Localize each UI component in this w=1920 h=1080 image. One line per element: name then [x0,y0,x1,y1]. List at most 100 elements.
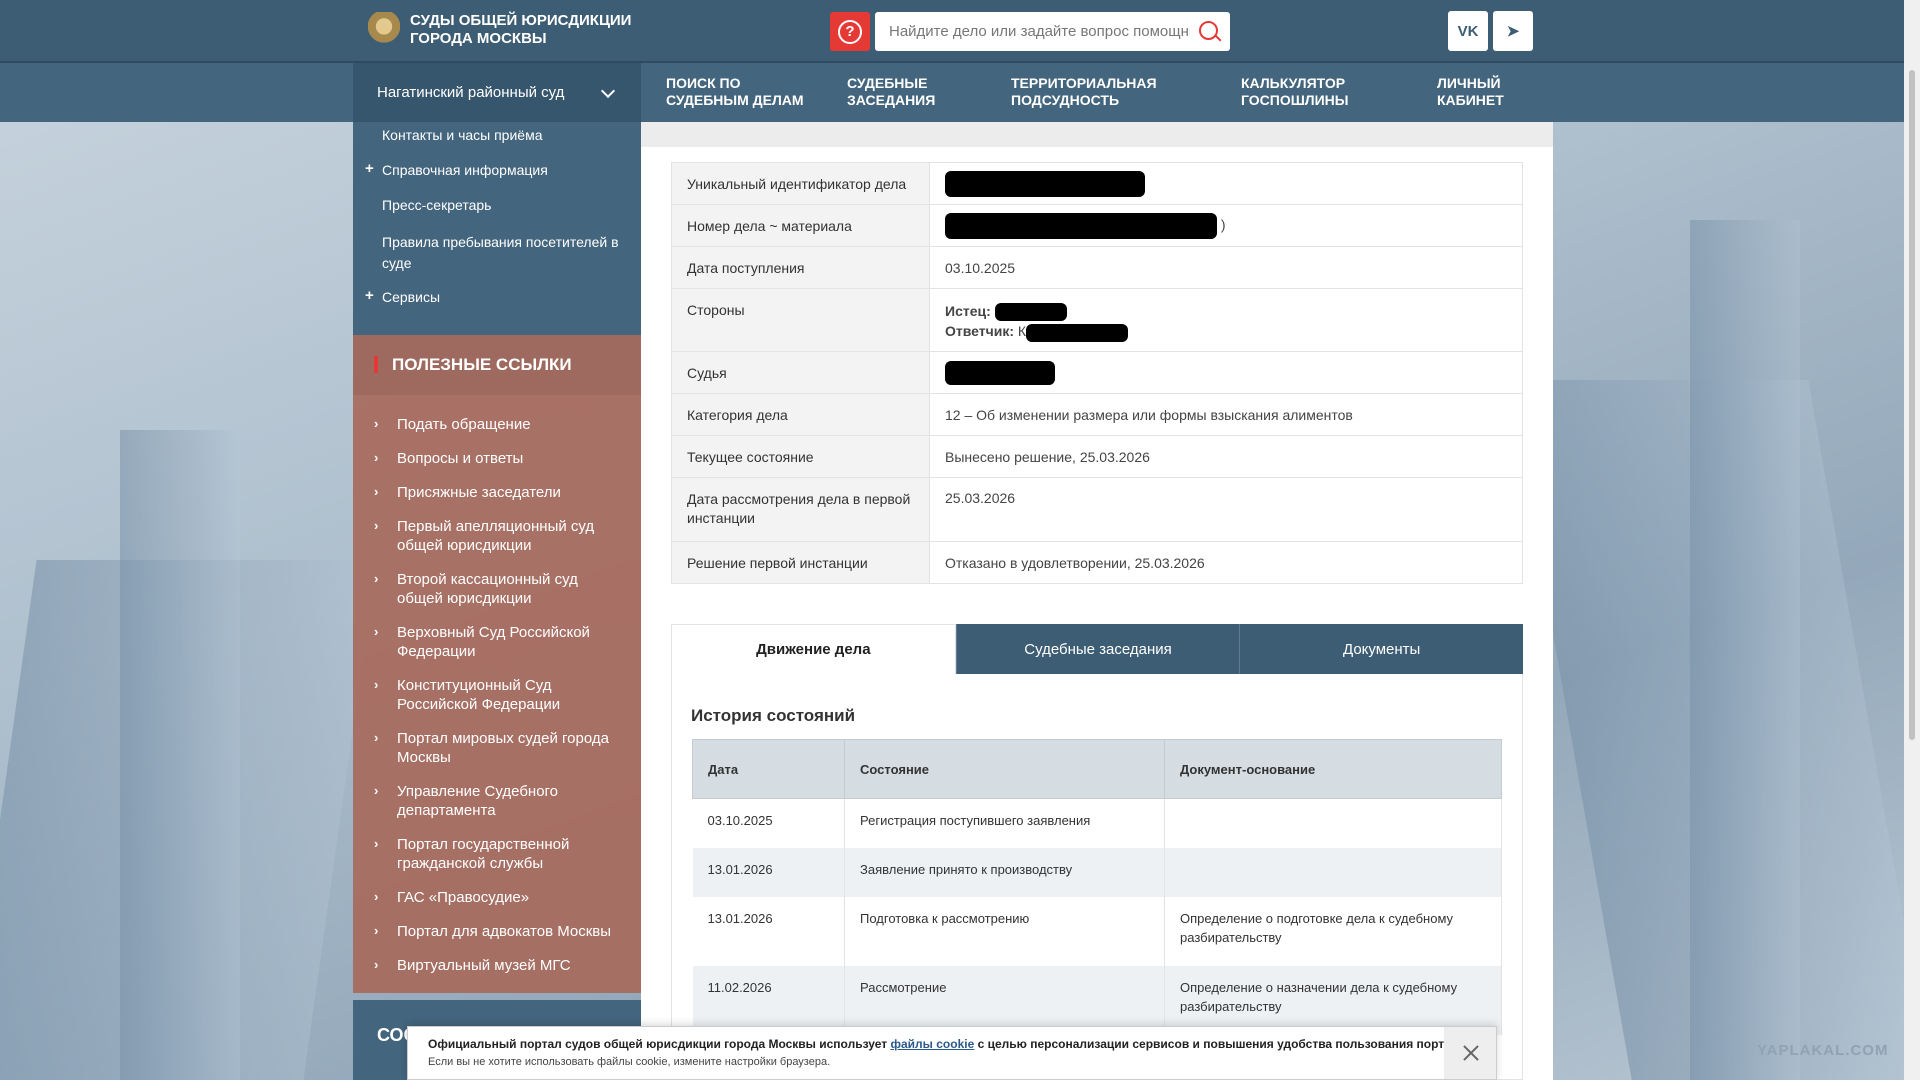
plus-icon[interactable]: + [365,287,374,304]
chevron-right-icon: › [374,730,379,745]
scrollbar-thumb[interactable] [1909,70,1915,740]
cookie-banner: Официальный портал судов общей юрисдикци… [407,1026,1497,1080]
column-header-document: Документ-основание [1164,739,1502,799]
nav-personal-account[interactable]: ЛИЧНЫЙ КАБИНЕТ [1437,75,1504,109]
column-header-date: Дата [692,739,845,799]
sidebar-item-contacts[interactable]: Контакты и часы приёма [382,125,622,146]
case-label: Стороны [671,288,930,352]
cell-date: 03.10.2025 [692,798,845,848]
help-button[interactable]: ? [830,12,870,51]
cell-document [1164,847,1502,897]
useful-link-gas-pravosudie[interactable]: ГАС «Правосудие» [397,888,627,907]
nav-case-search[interactable]: ПОИСК ПО СУДЕБНЫМ ДЕЛАМ [666,75,804,109]
tab-case-movement[interactable]: Движение дела [671,624,956,674]
search-box [875,12,1230,51]
chevron-right-icon: › [374,518,379,533]
useful-link-jurors[interactable]: Присяжные заседатели [397,483,627,502]
nav-jurisdiction[interactable]: ТЕРРИТОРИАЛЬНАЯ ПОДСУДНОСТЬ [1011,75,1157,109]
search-input[interactable] [875,12,1190,51]
cookie-link[interactable]: файлы cookie [891,1037,975,1051]
cell-document [1164,798,1502,848]
case-label: Категория дела [671,393,930,436]
useful-link-constitutional-court[interactable]: Конституционный Суд Российской Федерации [397,676,627,714]
defendant-label: Ответчик: [945,323,1015,340]
top-strip [641,122,1553,147]
case-value: 12 – Об изменении размера или формы взыс… [929,393,1523,436]
useful-link-faq[interactable]: Вопросы и ответы [397,449,627,468]
case-row-category: Категория дела 12 – Об изменении размера… [671,393,1523,436]
court-selector[interactable]: Нагатинский районный суд [353,63,641,122]
logo-line-2: ГОРОДА МОСКВЫ [410,30,547,47]
site-logo[interactable]: СУДЫ ОБЩЕЙ ЮРИСДИКЦИИ ГОРОДА МОСКВЫ [368,12,650,48]
search-icon[interactable] [1190,12,1230,51]
sidebar-menu: Контакты и часы приёма + Справочная инфо… [353,122,641,335]
case-row-number: Номер дела ~ материала ) [671,204,1523,247]
nav-court-hearings[interactable]: СУДЕБНЫЕ ЗАСЕДАНИЯ [847,75,935,109]
case-label: Решение первой инстанции [671,541,930,584]
case-value: ) [929,204,1523,247]
tab-court-hearings[interactable]: Судебные заседания [955,624,1240,674]
close-icon[interactable] [1444,1027,1496,1079]
case-label: Текущее состояние [671,435,930,478]
case-value [929,162,1523,205]
useful-link-first-appeal-court[interactable]: Первый апелляционный суд общей юрисдикци… [397,517,627,555]
top-header: СУДЫ ОБЩЕЙ ЮРИСДИКЦИИ ГОРОДА МОСКВЫ ? VK… [0,0,1920,61]
nav-fee-calculator[interactable]: КАЛЬКУЛЯТОР ГОСПОШЛИНЫ [1241,75,1348,109]
column-header-state: Состояние [844,739,1165,799]
chevron-right-icon: › [374,450,379,465]
chevron-right-icon: › [374,889,379,904]
cell-document: Определение о подготовке дела к судебном… [1164,896,1502,966]
sidebar-item-reference[interactable]: Справочная информация [382,160,622,181]
useful-link-magistrates-portal[interactable]: Портал мировых судей города Москвы [397,729,627,767]
telegram-button[interactable]: ➤ [1493,11,1533,51]
chevron-right-icon: › [374,571,379,586]
useful-link-civil-service[interactable]: Портал государственной гражданской служб… [397,835,627,873]
case-label: Дата поступления [671,246,930,289]
chevron-right-icon: › [374,416,379,431]
case-row-first-instance-date: Дата рассмотрения дела в первой инстанци… [671,477,1523,542]
sidebar-item-services[interactable]: Сервисы [382,287,622,308]
useful-link-second-cassation-court[interactable]: Второй кассационный суд общей юрисдикции [397,570,627,608]
tab-documents[interactable]: Документы [1239,624,1524,674]
chevron-right-icon: › [374,836,379,851]
plus-icon[interactable]: + [365,160,374,177]
redacted-block [994,303,1067,322]
useful-link-appeal[interactable]: Подать обращение [397,415,627,434]
useful-link-lawyers-portal[interactable]: Портал для адвокатов Москвы [397,922,627,941]
history-header-row: Дата Состояние Документ-основание [692,739,1502,799]
redacted-block [945,171,1145,197]
useful-links-header: ПОЛЕЗНЫЕ ССЫЛКИ [353,335,641,395]
question-icon: ? [838,19,862,44]
redacted-block [945,361,1055,385]
useful-link-judicial-department[interactable]: Управление Судебного департамента [397,782,627,820]
logo-line-1: СУДЫ ОБЩЕЙ ЮРИСДИКЦИИ [410,12,632,29]
case-row-status: Текущее состояние Вынесено решение, 25.0… [671,435,1523,478]
redacted-block [945,213,1217,239]
page-scrollbar[interactable] [1904,0,1920,1080]
sidebar-item-press[interactable]: Пресс-секретарь [382,195,622,216]
vk-icon: VK [1457,22,1479,40]
sidebar-item-visitor-rules[interactable]: Правила пребывания посетителей в суде [382,232,622,274]
case-row-uid: Уникальный идентификатор дела [671,162,1523,205]
useful-link-virtual-museum[interactable]: Виртуальный музей МГС [397,956,627,975]
cell-document: Определение о назначении дела к судебном… [1164,965,1502,1035]
case-value [929,351,1523,394]
case-value: 03.10.2025 [929,246,1523,289]
case-row-received: Дата поступления 03.10.2025 [671,246,1523,289]
vk-button[interactable]: VK [1448,11,1488,51]
case-row-parties: Стороны Истец: Ответчик: К [671,288,1523,352]
chevron-right-icon: › [374,484,379,499]
cell-date: 13.01.2026 [692,896,845,966]
useful-links-title: ПОЛЕЗНЫЕ ССЫЛКИ [392,355,572,374]
case-value: Вынесено решение, 25.03.2026 [929,435,1523,478]
watermark: YAPLAKAL.COM [1757,1042,1889,1059]
table-row: 03.10.2025 Регистрация поступившего заяв… [692,798,1502,848]
history-table: Дата Состояние Документ-основание 03.10.… [692,739,1502,1035]
main-nav: Нагатинский районный суд ПОИСК ПО СУДЕБН… [0,61,1920,122]
accent-bar [374,356,378,373]
useful-link-supreme-court[interactable]: Верховный Суд Российской Федерации [397,623,627,661]
chevron-right-icon: › [374,923,379,938]
cell-state: Рассмотрение [844,965,1165,1035]
table-row: 13.01.2026 Подготовка к рассмотрению Опр… [692,896,1502,966]
case-value: 25.03.2026 [929,477,1523,542]
